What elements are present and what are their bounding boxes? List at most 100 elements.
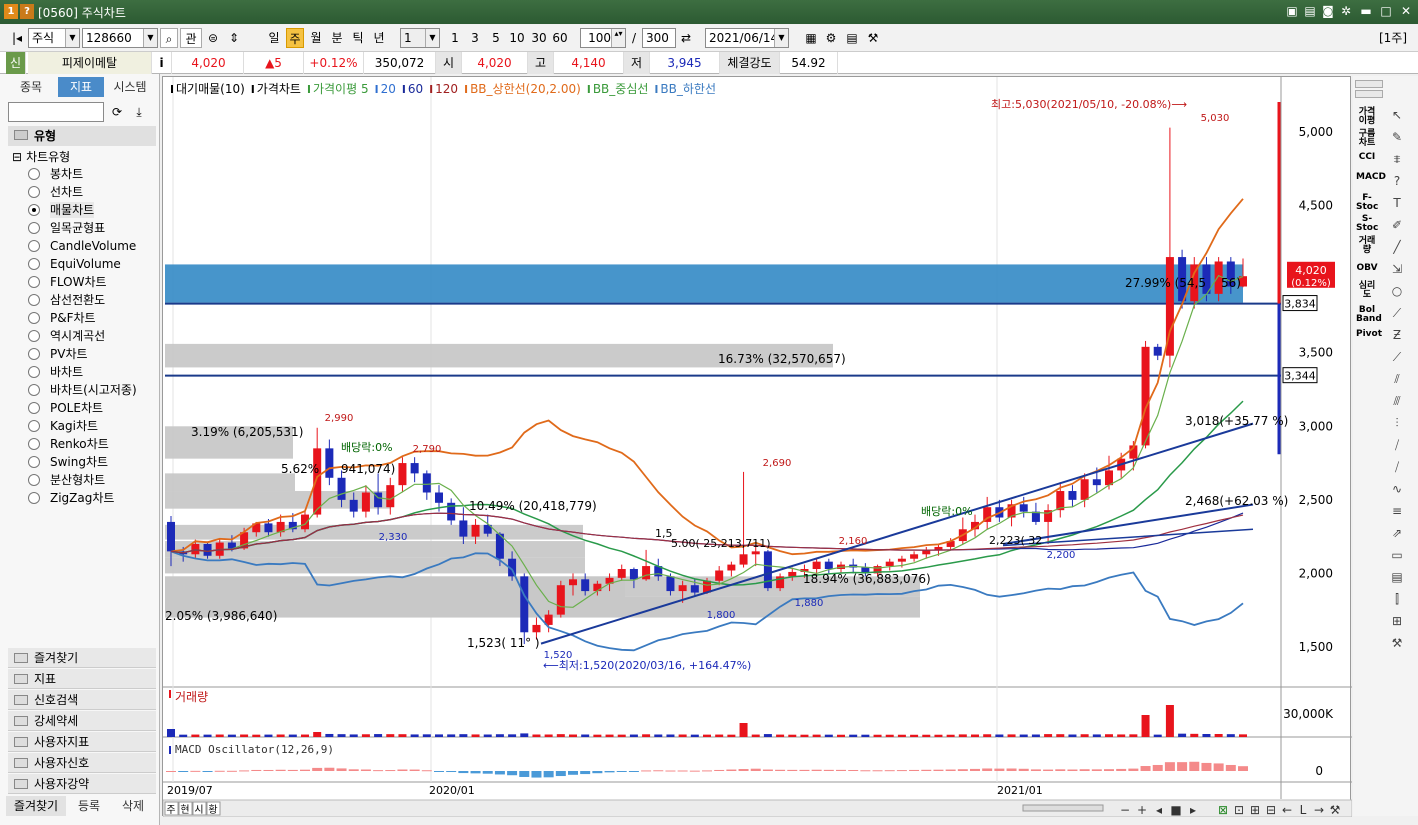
gear-icon[interactable]: ⚙ [822, 28, 840, 48]
link-icon[interactable]: ▣ [1284, 3, 1300, 20]
total-input[interactable]: 300 [642, 28, 676, 48]
auto-icon[interactable]: ⇗ [1388, 524, 1406, 542]
collapse-icon[interactable] [1355, 80, 1383, 88]
indicator-shortcut[interactable]: Bol Band [1356, 306, 1382, 324]
indicator-shortcut[interactable]: 가격이평 [1356, 108, 1378, 126]
radio-button[interactable] [28, 384, 40, 396]
download-icon[interactable]: ⤓ [130, 102, 148, 122]
radio-button[interactable] [28, 492, 40, 504]
channel-icon[interactable]: ⧸ [1388, 436, 1406, 454]
radio-button[interactable] [28, 222, 40, 234]
list-icon[interactable]: ≡ [1388, 502, 1406, 520]
quick-5[interactable]: 5 [487, 28, 505, 48]
tools-icon[interactable]: ⚒ [864, 28, 882, 48]
wrench-icon[interactable]: ⚒ [1388, 634, 1406, 652]
indicator-shortcut[interactable]: 심리도 [1356, 282, 1378, 300]
text-icon[interactable]: T [1388, 194, 1406, 212]
radio-button[interactable] [28, 168, 40, 180]
quick-1[interactable]: 1 [446, 28, 464, 48]
prev-stock-icon[interactable]: |◂ [8, 28, 26, 48]
folder-item[interactable]: 사용자강약 [8, 774, 156, 794]
indicator-shortcut[interactable]: CCI [1356, 153, 1378, 163]
camera-icon[interactable]: ◙ [1320, 3, 1336, 20]
tab-system[interactable]: 시스템 [106, 77, 154, 97]
chart-area[interactable]: 5,0004,5004,0003,5003,0002,5002,0001,500… [162, 76, 1352, 817]
radio-button[interactable] [28, 276, 40, 288]
chart-icon[interactable]: ⫿ [1388, 590, 1406, 608]
close-icon[interactable]: ✕ [1398, 3, 1414, 20]
settings-icon[interactable]: ✲ [1338, 3, 1354, 20]
tab-indicator[interactable]: 지표 [58, 77, 104, 97]
fib-icon[interactable]: ⫽ [1388, 370, 1406, 388]
period-month[interactable]: 월 [307, 28, 325, 48]
radio-button[interactable] [28, 294, 40, 306]
radio-button[interactable] [28, 474, 40, 486]
refresh-icon[interactable]: ⟳ [108, 102, 126, 122]
circle-icon[interactable]: ○ [1388, 282, 1406, 300]
radio-button[interactable] [28, 258, 40, 270]
period-year[interactable]: 년 [370, 28, 388, 48]
radio-button[interactable] [28, 312, 40, 324]
search-icon[interactable]: ⌕ [160, 28, 178, 48]
cross-icon[interactable]: ⧸ [1388, 458, 1406, 476]
radio-button[interactable] [28, 402, 40, 414]
gann-icon[interactable]: ⟋ [1388, 348, 1406, 366]
sync-icon[interactable]: ⊜ [204, 28, 222, 48]
radio-button[interactable] [28, 420, 40, 432]
indicator-shortcut[interactable]: 구름차트 [1356, 130, 1378, 148]
radio-button[interactable] [28, 456, 40, 468]
radio-button[interactable] [28, 366, 40, 378]
info-icon[interactable]: i [152, 52, 172, 74]
help-icon[interactable]: ? [1388, 172, 1406, 190]
folder-item[interactable]: 신호검색 [8, 690, 156, 710]
cursor-icon[interactable]: ↖ [1388, 106, 1406, 124]
folder-item[interactable]: 사용자신호 [8, 753, 156, 773]
indicator-shortcut[interactable]: MACD [1356, 173, 1386, 191]
quick-30[interactable]: 30 [529, 28, 549, 48]
radio-button[interactable] [28, 438, 40, 450]
indicator-search-input[interactable] [8, 102, 104, 122]
pin-icon[interactable]: ⊞ [1388, 612, 1406, 630]
spinner-icon[interactable]: ▴▾ [611, 29, 625, 47]
minimize-icon[interactable]: ▬ [1358, 3, 1374, 20]
folder-item[interactable]: 사용자지표 [8, 732, 156, 752]
eraser-icon[interactable]: ✎ [1388, 128, 1406, 146]
line-icon[interactable]: ╱ [1388, 238, 1406, 256]
radio-button[interactable] [28, 240, 40, 252]
indicator-shortcut[interactable]: S-Stoc [1356, 215, 1378, 233]
help-icon[interactable]: ? [20, 4, 34, 19]
delete-button[interactable]: 삭제 [112, 796, 154, 816]
quick-10[interactable]: 10 [507, 28, 527, 48]
tab-favorites[interactable]: 즐겨찾기 [6, 796, 66, 816]
folder-item[interactable]: 강세약세 [8, 711, 156, 731]
period-day[interactable]: 일 [264, 28, 284, 48]
period-minute[interactable]: 분 [328, 28, 346, 48]
count-input[interactable]: 100 ▴▾ [580, 28, 626, 48]
period-tick[interactable]: 틱 [349, 28, 367, 48]
zigzag-icon[interactable]: Ƶ [1388, 326, 1406, 344]
radio-button[interactable] [28, 186, 40, 198]
arc-icon[interactable]: ⟋ [1388, 304, 1406, 322]
radio-button[interactable] [28, 204, 40, 216]
indicator-shortcut[interactable]: 거래량 [1356, 237, 1378, 255]
quick-3[interactable]: 3 [466, 28, 484, 48]
marker-icon[interactable]: ⇲ [1388, 260, 1406, 278]
gwan-button[interactable]: 관 [180, 28, 202, 48]
tab-stock[interactable]: 종목 [6, 77, 56, 97]
period-week[interactable]: 주 [286, 28, 304, 48]
pen-icon[interactable]: ✐ [1388, 216, 1406, 234]
maximize-icon[interactable]: □ [1378, 3, 1394, 20]
wave-icon[interactable]: ∿ [1388, 480, 1406, 498]
register-button[interactable]: 등록 [68, 796, 110, 816]
interval-select[interactable]: 1 ▼ [400, 28, 440, 48]
indicator-shortcut[interactable]: F-Stoc [1356, 194, 1378, 212]
fan-icon[interactable]: ⫻ [1388, 392, 1406, 410]
config-icon[interactable]: ⇄ [678, 28, 694, 48]
print-icon[interactable]: ▦ [802, 28, 820, 48]
market-select[interactable]: 주식 ▼ [28, 28, 80, 48]
code-input[interactable]: 128660 ▼ [82, 28, 158, 48]
indicator-shortcut[interactable]: OBV [1356, 264, 1378, 274]
doc-icon[interactable]: ▤ [1388, 568, 1406, 586]
grid-icon[interactable]: ⫶ [1388, 414, 1406, 432]
folder-item[interactable]: 지표 [8, 669, 156, 689]
